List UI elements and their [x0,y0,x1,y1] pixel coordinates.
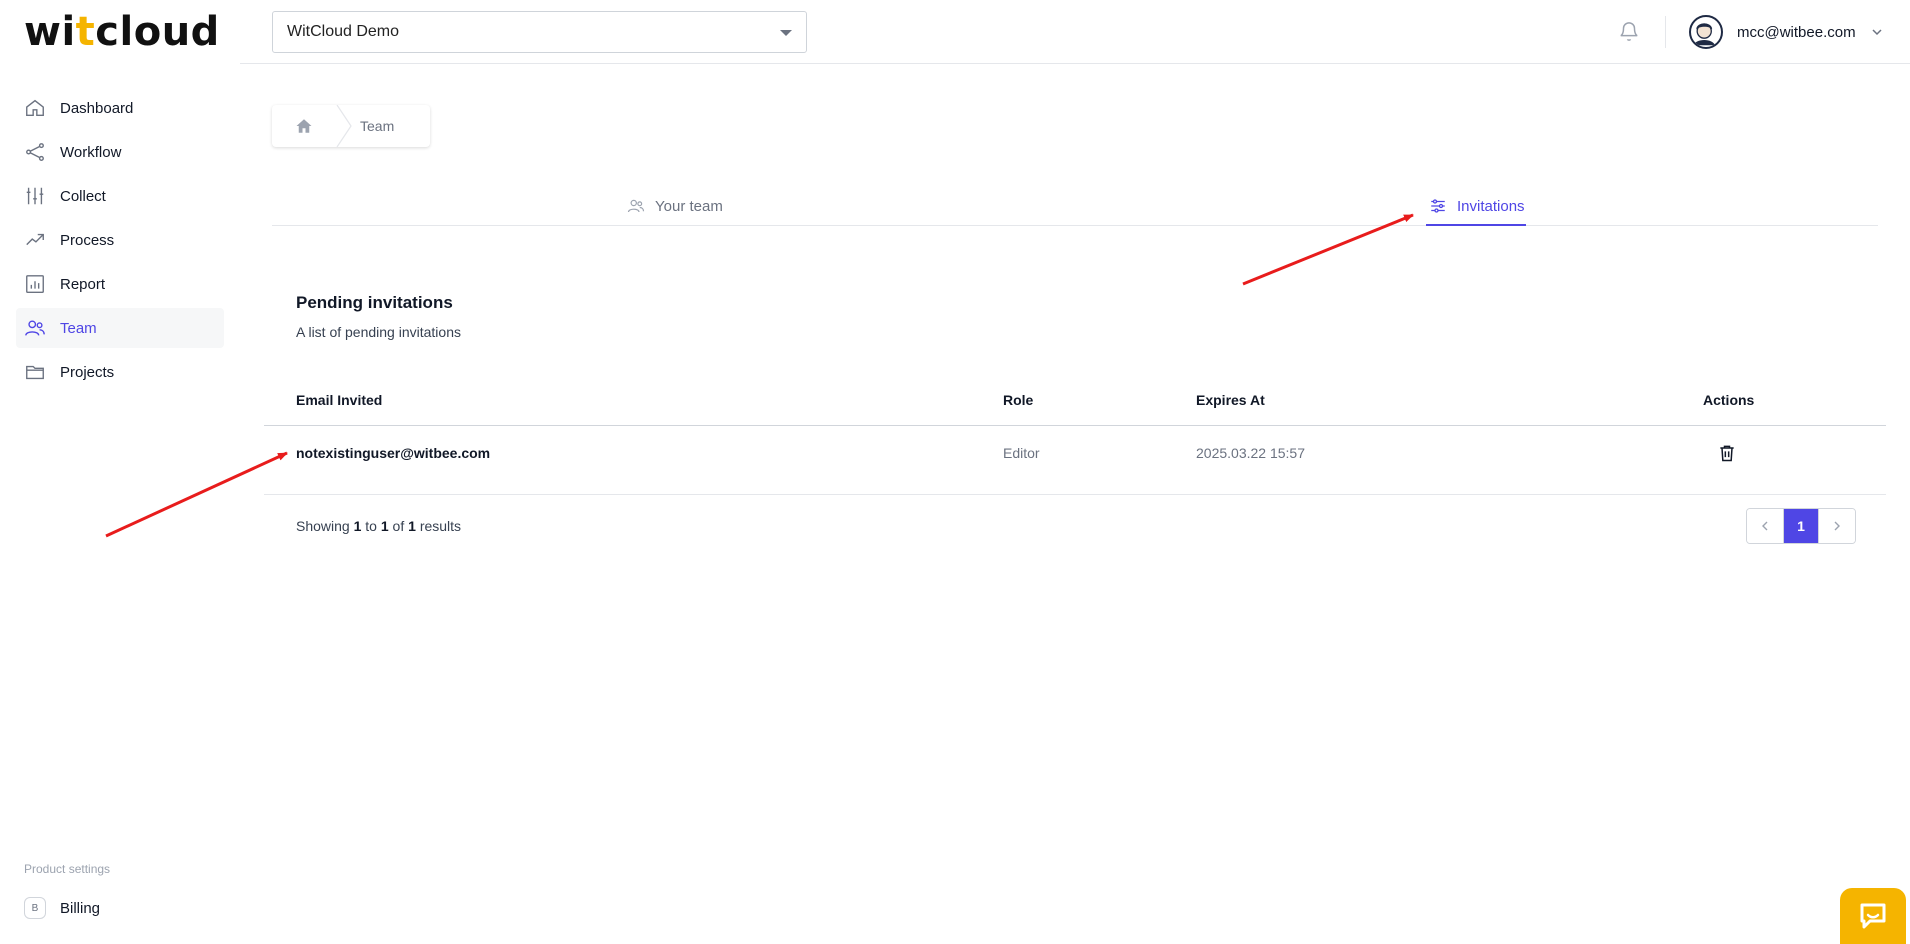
sidebar-item-label: Team [60,319,97,337]
chat-icon [1860,903,1886,929]
chevron-right-icon [1834,521,1840,531]
next-page-button[interactable] [1819,509,1855,543]
results-summary: Showing 1 to 1 of 1 results [296,518,461,534]
tab-your-team[interactable]: Your team [627,186,723,226]
tab-label: Invitations [1457,197,1525,215]
breadcrumb-home[interactable] [272,105,336,147]
sidebar-item-report[interactable]: Report [16,264,224,304]
users-icon [24,317,46,339]
sidebar-item-projects[interactable]: Projects [16,352,224,392]
header-vertical-divider [1665,16,1666,48]
user-menu[interactable]: mcc@witbee.com [1689,14,1884,50]
witcloud-logo[interactable]: witcloud [24,12,220,52]
table-header-divider [264,425,1886,426]
results-to: 1 [380,518,389,534]
bar-chart-icon [24,273,46,295]
results-total: 1 [408,518,416,534]
column-header-expires: Expires At [1196,392,1265,408]
sidebar-item-label: Collect [60,187,106,205]
home-icon [24,97,46,119]
pagination: 1 [1746,508,1856,544]
results-prefix: Showing [296,518,350,534]
sidebar-item-collect[interactable]: Collect [16,176,224,216]
chat-widget-button[interactable] [1840,888,1906,944]
sidebar-item-label: Workflow [60,143,122,161]
results-to-word: to [365,518,377,534]
sliders-icon [24,185,46,207]
sidebar-item-workflow[interactable]: Workflow [16,132,224,172]
sidebar-item-label: Report [60,275,106,293]
bell-icon[interactable] [1618,20,1640,44]
invited-role: Editor [1003,445,1040,461]
chevron-left-icon [1762,521,1768,531]
delete-invitation-button[interactable] [1716,442,1738,464]
section-subtitle: A list of pending invitations [296,324,461,340]
caret-down-icon [780,30,792,36]
share-icon [24,141,46,163]
active-tab-indicator [1426,224,1526,226]
sidebar-item-process[interactable]: Process [16,220,224,260]
invited-email: notexistinguser@witbee.com [296,445,491,461]
header-divider [240,63,1910,64]
annotation-arrow-email [105,451,288,538]
page-button-current[interactable]: 1 [1783,509,1819,543]
project-select[interactable]: WitCloud Demo [272,11,807,53]
breadcrumb-separator [336,105,352,147]
avatar [1689,15,1723,49]
previous-page-button[interactable] [1747,509,1783,543]
sidebar-item-label: Dashboard [60,99,134,117]
tab-label: Your team [655,197,723,215]
tab-invitations[interactable]: Invitations [1429,186,1525,226]
logo-text-b: cloud [95,9,220,55]
sidebar-item-label: Process [60,231,115,249]
sidebar-item-billing[interactable]: B Billing [24,896,100,920]
sidebar-item-team[interactable]: Team [16,308,224,348]
adjustments-icon [1429,197,1447,215]
logo-text-accent: t [75,9,96,55]
sidebar-item-label: Billing [60,899,101,917]
results-from: 1 [353,518,362,534]
billing-badge: B [24,897,46,919]
home-icon [296,119,312,133]
column-header-role: Role [1003,392,1034,408]
tabs-divider [272,225,1878,226]
invite-expires-at: 2025.03.22 15:57 [1196,445,1305,461]
breadcrumb: Team [272,105,430,147]
sidebar-item-label: Projects [60,363,115,381]
folder-icon [24,361,46,383]
section-title: Pending invitations [296,293,453,312]
results-suffix: results [419,518,462,534]
breadcrumb-item-team[interactable]: Team [360,118,394,134]
sidebar-item-dashboard[interactable]: Dashboard [16,88,224,128]
user-email: mcc@witbee.com [1737,23,1856,41]
users-icon [627,197,645,215]
column-header-email: Email Invited [296,392,383,408]
results-of-word: of [392,518,405,534]
chevron-down-icon [1872,29,1882,36]
column-header-actions: Actions [1703,392,1755,408]
product-settings-label: Product settings [24,862,111,876]
trash-icon [1720,445,1734,462]
logo-text-a: wi [24,9,76,55]
table-row-divider [264,494,1886,495]
project-select-value: WitCloud Demo [287,23,400,40]
trending-up-icon [24,229,46,251]
